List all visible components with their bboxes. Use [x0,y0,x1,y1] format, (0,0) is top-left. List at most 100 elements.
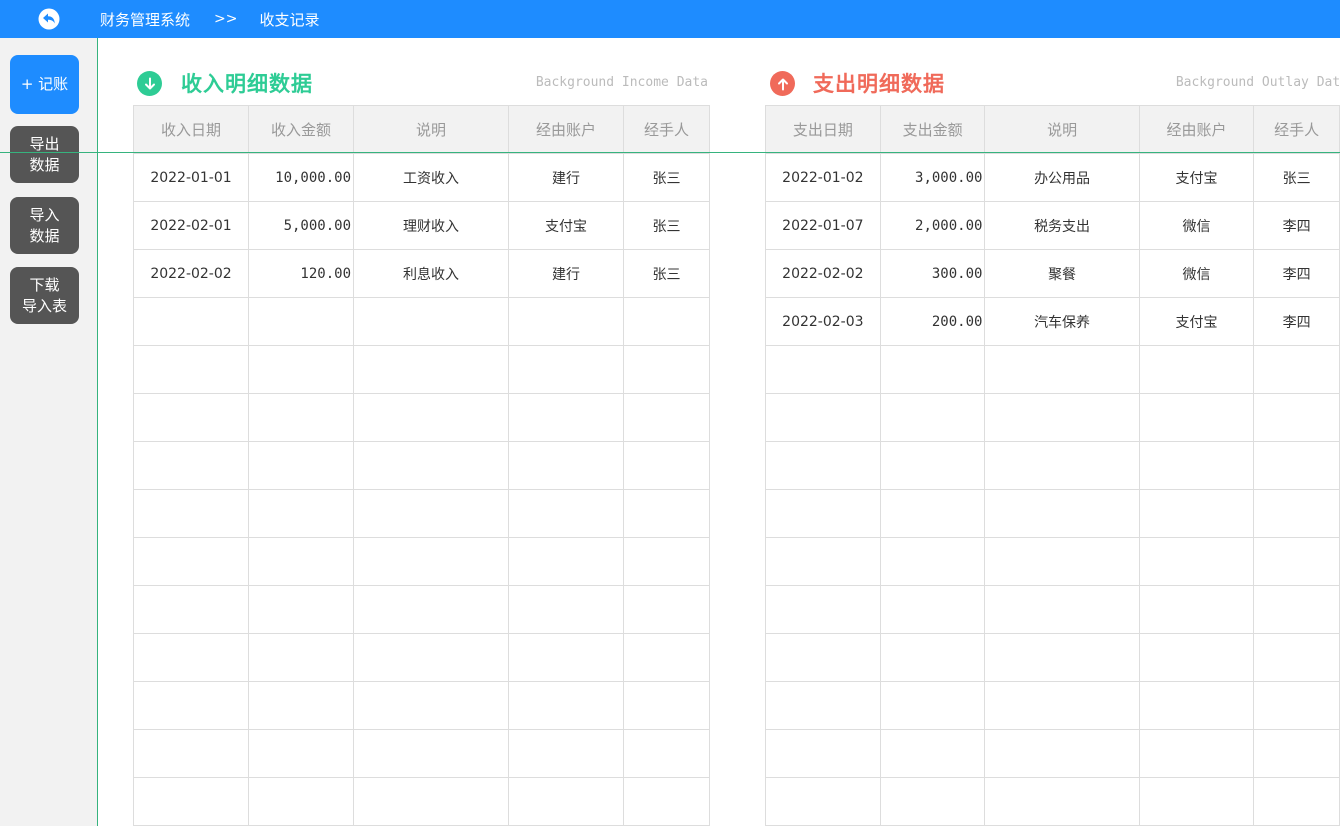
cell-date [765,393,881,442]
cell-amount: 300.00 [879,249,986,298]
cell-date [133,297,249,346]
cell-description [353,345,509,394]
column-header-handler[interactable]: 经手人 [1253,105,1340,154]
cell-description [984,489,1140,538]
cell-amount [879,729,986,778]
cell-description [353,489,509,538]
cell-amount [879,441,986,490]
cell-account [1138,441,1255,490]
cell-description: 税务支出 [984,201,1140,250]
outlay-header: 支出明细数据 Background Outlay Data [765,60,1340,105]
cell-handler [623,681,710,730]
cell-account [508,729,624,778]
cell-handler [623,441,710,490]
cell-account [508,345,624,394]
cell-handler [1253,585,1340,634]
empty-table-row [133,729,710,778]
empty-table-row [765,489,1340,538]
cell-amount: 10,000.00 [248,153,354,202]
column-header-income-date[interactable]: 收入日期 [133,105,249,154]
empty-table-row [765,633,1340,682]
cell-amount [248,777,354,826]
income-table-header: 收入日期 收入金额 说明 经由账户 经手人 [133,105,710,154]
import-data-button[interactable]: 导入 数据 [10,197,79,254]
export-data-label: 导出 数据 [29,134,60,174]
table-row[interactable]: 2022-02-02 120.00 利息收入 建行 张三 [133,249,710,298]
column-header-account[interactable]: 经由账户 [1138,105,1255,154]
income-table: 收入日期 收入金额 说明 经由账户 经手人 2022-01-01 10,000.0… [133,105,710,826]
cell-handler [623,489,710,538]
empty-table-row [133,297,710,346]
cell-account: 支付宝 [508,201,624,250]
empty-table-row [133,393,710,442]
column-header-handler[interactable]: 经手人 [623,105,710,154]
cell-handler: 张三 [623,249,710,298]
cell-account [508,681,624,730]
add-record-button[interactable]: + 记账 [10,55,79,114]
cell-description [984,777,1140,826]
export-data-button[interactable]: 导出 数据 [10,126,79,183]
cell-handler [623,537,710,586]
download-import-template-button[interactable]: 下载 导入表 [10,267,79,324]
empty-table-row [133,345,710,394]
cell-description [984,537,1140,586]
cell-amount: 200.00 [879,297,986,346]
table-row[interactable]: 2022-01-02 3,000.00 办公用品 支付宝 张三 [765,153,1340,202]
cell-description: 聚餐 [984,249,1140,298]
cell-amount [248,585,354,634]
table-row[interactable]: 2022-02-01 5,000.00 理财收入 支付宝 张三 [133,201,710,250]
cell-handler [623,633,710,682]
column-header-description[interactable]: 说明 [353,105,509,154]
cell-description: 办公用品 [984,153,1140,202]
cell-handler: 李四 [1253,297,1340,346]
table-row[interactable]: 2022-02-03 200.00 汽车保养 支付宝 李四 [765,297,1340,346]
cell-amount: 5,000.00 [248,201,354,250]
cell-description: 利息收入 [353,249,509,298]
cell-description [984,393,1140,442]
empty-table-row [133,489,710,538]
column-header-outlay-amount[interactable]: 支出金额 [879,105,986,154]
column-header-description[interactable]: 说明 [984,105,1140,154]
column-header-outlay-date[interactable]: 支出日期 [765,105,881,154]
import-data-label: 导入 数据 [29,205,60,245]
cell-handler [623,297,710,346]
cell-handler [1253,777,1340,826]
empty-table-row [133,585,710,634]
cell-handler [1253,729,1340,778]
cell-amount [879,489,986,538]
cell-handler: 张三 [1253,153,1340,202]
empty-table-row [765,537,1340,586]
cell-handler: 李四 [1253,201,1340,250]
table-row[interactable]: 2022-02-02 300.00 聚餐 微信 李四 [765,249,1340,298]
cell-date [765,441,881,490]
cell-account [1138,393,1255,442]
cell-date: 2022-01-01 [133,153,249,202]
cell-account [508,393,624,442]
cell-account [1138,729,1255,778]
cell-date: 2022-02-02 [133,249,249,298]
cell-account [1138,537,1255,586]
cell-account: 支付宝 [1138,153,1255,202]
cell-account: 建行 [508,153,624,202]
breadcrumb-system[interactable]: 财务管理系统 [100,9,190,30]
cell-account: 支付宝 [1138,297,1255,346]
cell-description [984,585,1140,634]
cell-account [508,441,624,490]
cell-amount [248,729,354,778]
cell-amount [879,537,986,586]
arrow-down-circle-icon [137,71,162,96]
back-icon[interactable] [0,0,97,38]
cell-account: 建行 [508,249,624,298]
income-header: 收入明细数据 Background Income Data [133,60,710,105]
income-panel: 收入明细数据 Background Income Data 收入日期 收入金额 … [133,60,710,826]
cell-date [765,585,881,634]
table-row[interactable]: 2022-01-01 10,000.00 工资收入 建行 张三 [133,153,710,202]
table-row[interactable]: 2022-01-07 2,000.00 税务支出 微信 李四 [765,201,1340,250]
cell-date: 2022-02-02 [765,249,881,298]
column-header-account[interactable]: 经由账户 [508,105,624,154]
cell-description [984,345,1140,394]
column-header-income-amount[interactable]: 收入金额 [248,105,354,154]
cell-account [508,297,624,346]
cell-description [353,441,509,490]
cell-description [353,681,509,730]
